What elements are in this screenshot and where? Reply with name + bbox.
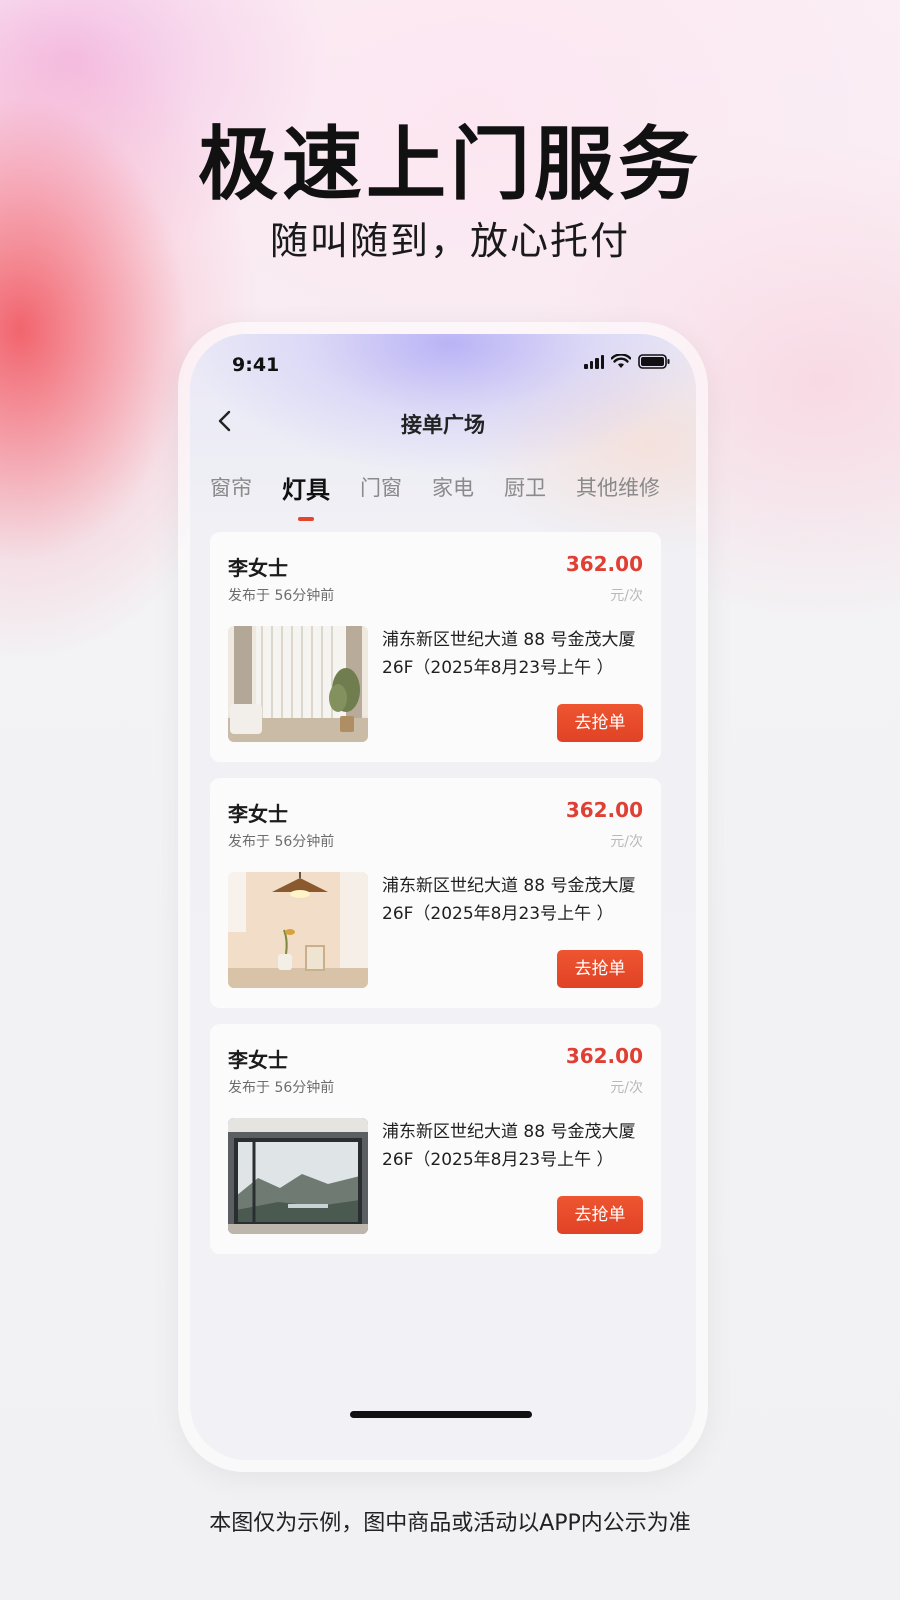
tab-doors-windows[interactable]: 门窗	[360, 472, 402, 507]
phone-screen: 9:41 接单广场 窗帘 灯具 门窗 家电 厨卫 其他维修 李女士 发布于 56…	[190, 334, 696, 1460]
tab-kitchen-bath[interactable]: 厨卫	[504, 472, 546, 507]
grab-order-button[interactable]: 去抢单	[557, 704, 643, 742]
grab-order-button[interactable]: 去抢单	[557, 1196, 643, 1234]
posted-time: 发布于 56分钟前	[228, 588, 335, 604]
window-view-photo	[228, 1118, 368, 1234]
posted-time: 发布于 56分钟前	[228, 1080, 335, 1096]
posted-time: 发布于 56分钟前	[228, 834, 335, 850]
order-price: 362.00	[565, 1044, 643, 1068]
order-card[interactable]: 李女士 发布于 56分钟前 362.00 元/次 浦东新区世纪大道 88 号金茂…	[210, 778, 661, 1008]
tab-curtains[interactable]: 窗帘	[210, 472, 252, 507]
page-title: 接单广场	[401, 413, 485, 437]
customer-name: 李女士	[228, 1048, 288, 1072]
order-card[interactable]: 李女士 发布于 56分钟前 362.00 元/次 浦东新区世纪大道 88 号金茂…	[210, 1024, 661, 1254]
service-address: 浦东新区世纪大道 88 号金茂大厦 26F（2025年8月23号上午 ）	[382, 1122, 636, 1170]
tab-lighting[interactable]: 灯具	[282, 470, 330, 521]
service-address: 浦东新区世纪大道 88 号金茂大厦 26F（2025年8月23号上午 ）	[382, 876, 636, 924]
order-price: 362.00	[565, 798, 643, 822]
active-tab-indicator	[298, 517, 314, 521]
customer-name: 李女士	[228, 802, 288, 826]
curtain-room-photo	[228, 626, 368, 742]
home-indicator[interactable]	[350, 1411, 532, 1418]
grab-order-button[interactable]: 去抢单	[557, 950, 643, 988]
order-price: 362.00	[565, 552, 643, 576]
subheadline: 随叫随到，放心托付	[269, 219, 630, 263]
battery-icon	[638, 354, 670, 369]
customer-name: 李女士	[228, 556, 288, 580]
price-unit: 元/次	[610, 588, 643, 604]
status-time: 9:41	[232, 354, 280, 376]
service-address: 浦东新区世纪大道 88 号金茂大厦 26F（2025年8月23号上午 ）	[382, 630, 636, 678]
price-unit: 元/次	[610, 1080, 643, 1096]
headline: 极速上门服务	[198, 118, 702, 211]
wifi-icon	[611, 354, 631, 369]
order-card[interactable]: 李女士 发布于 56分钟前 362.00 元/次 浦东新区世纪大道 88 号金茂…	[210, 532, 661, 762]
category-tabs: 窗帘 灯具 门窗 家电 厨卫 其他维修	[210, 470, 690, 521]
cellular-signal-icon	[584, 354, 604, 369]
tab-lighting-label: 灯具	[282, 476, 330, 504]
status-icons	[584, 354, 670, 369]
price-unit: 元/次	[610, 834, 643, 850]
pendant-lamp-photo	[228, 872, 368, 988]
tab-appliances[interactable]: 家电	[432, 472, 474, 507]
tab-other-repairs[interactable]: 其他维修	[576, 472, 660, 507]
disclaimer-text: 本图仅为示例，图中商品或活动以APP内公示为准	[209, 1511, 691, 1536]
